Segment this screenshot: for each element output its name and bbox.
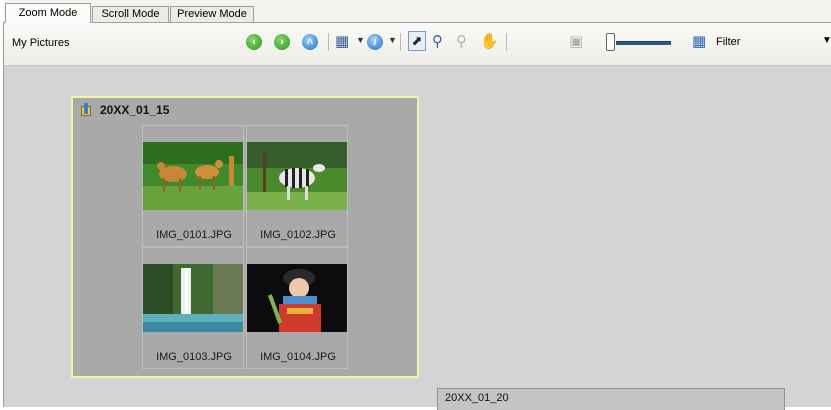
folder-icon: [81, 103, 93, 116]
folder-group[interactable]: 20XX_01_15 IMG_0101.JPG IMG_0102.JPG IMG…: [71, 96, 419, 378]
zoom-in-icon[interactable]: ⚲: [432, 32, 443, 50]
thumbnail-image-zebra[interactable]: [247, 142, 347, 210]
thumbnail-image-child[interactable]: [247, 264, 347, 332]
thumbnail-item[interactable]: IMG_0102.JPG: [246, 125, 348, 247]
group-title: 20XX_01_20: [445, 392, 509, 404]
location-label: My Pictures: [12, 37, 70, 49]
thumbnail-filename: IMG_0101.JPG: [156, 229, 232, 241]
filter-dropdown-arrow[interactable]: ▼: [822, 35, 831, 46]
info-icon[interactable]: i: [367, 34, 383, 50]
forward-arrow-icon[interactable]: ›: [274, 34, 290, 50]
thumbnail-filename: IMG_0104.JPG: [260, 351, 336, 363]
group-title: 20XX_01_15: [100, 103, 170, 117]
pointer-tool-icon[interactable]: ⬈: [408, 31, 426, 51]
toolbar: My Pictures ‹ › ˄ ▦ ▼ i ▼ ⬈ ⚲ ⚲ ✋ ▣ ▦ Fi…: [4, 23, 831, 66]
toolbar-separator: [328, 33, 329, 51]
back-arrow-icon[interactable]: ‹: [246, 34, 262, 50]
thumbnail-filename: IMG_0102.JPG: [260, 229, 336, 241]
tab-zoom-mode[interactable]: Zoom Mode: [5, 3, 91, 23]
thumbnail-item[interactable]: IMG_0101.JPG: [142, 125, 244, 247]
up-arrow-icon[interactable]: ˄: [302, 34, 318, 50]
thumbnail-item[interactable]: IMG_0103.JPG: [142, 247, 244, 369]
hand-tool-icon[interactable]: ✋: [480, 32, 499, 50]
zoom-out-icon[interactable]: ⚲: [456, 32, 467, 50]
filter-label[interactable]: Filter: [716, 36, 740, 48]
thumbnail-image-waterfall[interactable]: [143, 264, 243, 332]
zoom-slider-track[interactable]: [616, 41, 671, 45]
view-dropdown-arrow[interactable]: ▼: [356, 35, 365, 45]
filter-icon[interactable]: ▦: [692, 32, 706, 50]
toolbar-separator: [400, 33, 401, 51]
mode-tab-strip: Zoom Mode Scroll Mode Preview Mode: [4, 0, 831, 23]
thumbnail-canvas[interactable]: 20XX_01_15 IMG_0101.JPG IMG_0102.JPG IMG…: [4, 66, 831, 410]
toolbar-separator: [506, 33, 507, 51]
select-view-icon[interactable]: ▦: [335, 32, 349, 50]
thumbnail-image-antelopes[interactable]: [143, 142, 243, 210]
thumbnail-filename: IMG_0103.JPG: [156, 351, 232, 363]
tab-preview-mode[interactable]: Preview Mode: [170, 6, 254, 22]
info-dropdown-arrow[interactable]: ▼: [388, 35, 397, 45]
thumbnail-item[interactable]: IMG_0104.JPG: [246, 247, 348, 369]
zoom-slider-thumb[interactable]: [606, 33, 615, 51]
fit-to-window-icon[interactable]: ▣: [569, 32, 583, 50]
tab-scroll-mode[interactable]: Scroll Mode: [92, 6, 169, 22]
